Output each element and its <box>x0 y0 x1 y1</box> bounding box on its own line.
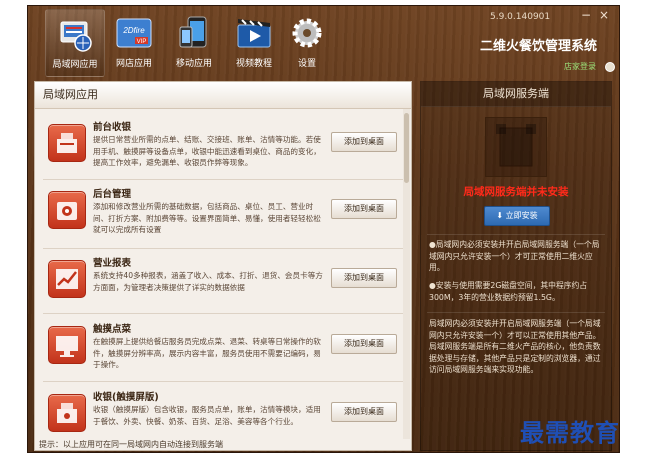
2dfire-vip-icon: 2Dfire VIP <box>114 13 154 53</box>
divider <box>427 234 605 235</box>
module-item: 后台管理 添加和修改营业所需的基础数据，包括商品、桌位、员工、营业时间、打折方案… <box>35 182 411 246</box>
module-list-scrollbar[interactable] <box>403 109 410 439</box>
footer-tip: 提示：以上应用可在同一局域网内自动连接到服务端 <box>39 440 223 449</box>
install-icon: ⬇ <box>496 211 506 220</box>
store-login-toggle-icon[interactable] <box>605 62 615 72</box>
lan-apps-panel: 局域网应用 前台收银 提供日常营业所需的点单、结账、交接班、账单、沽情等功能。若… <box>34 81 412 451</box>
add-to-desktop-button[interactable]: 添加到桌面 <box>331 334 397 354</box>
version-text: 5.9.0.140901 <box>490 12 551 22</box>
nav-video-tutorial[interactable]: 视频教程 <box>225 9 283 75</box>
trend-chart-icon <box>48 260 86 298</box>
nav-online-store-label: 网店应用 <box>115 59 152 69</box>
module-item: 营业报表 系统支持40多种报表，涵盖了收入、成本、打折、退货、会员卡等方方面面，… <box>35 251 411 315</box>
lan-app-icon <box>55 14 95 54</box>
nav-settings-label: 设置 <box>297 59 316 69</box>
divider <box>43 179 403 180</box>
cash-register-icon <box>48 124 86 162</box>
video-icon <box>234 13 274 53</box>
vip-text: VIP <box>137 39 147 45</box>
server-note-2: ●安装与使用需要2G磁盘空间，其中程序约占300M，3年的营业数据约预留1.5G… <box>429 281 588 302</box>
divider <box>43 248 403 249</box>
nav-mobile-app[interactable]: 移动应用 <box>165 9 223 75</box>
store-login-link[interactable]: 店家登录 <box>564 61 596 72</box>
touch-cash-register-icon <box>48 394 86 432</box>
minimize-button[interactable]: − <box>581 8 591 22</box>
module-title: 后台管理 <box>93 189 132 200</box>
module-title: 收银(触摸屏版) <box>93 392 159 403</box>
lan-apps-header: 局域网应用 <box>35 82 411 109</box>
module-desc: 添加和修改营业所需的基础数据，包括商品、桌位、员工、营业时间、打折方案、附加费等… <box>93 202 321 234</box>
gear-box-icon <box>48 191 86 229</box>
divider <box>43 313 403 314</box>
module-item: 触摸点菜 在触摸屏上提供给餐店服务员完成点菜、退菜、转桌等日常操作的软件，触摸屏… <box>35 317 411 381</box>
server-not-installed-warning: 局域网服务端并未安装 <box>463 186 569 198</box>
module-desc: 在触摸屏上提供给餐店服务员完成点菜、退菜、转桌等日常操作的软件，触摸屏分辨率高，… <box>93 337 321 369</box>
scroll-thumb[interactable] <box>404 113 409 183</box>
brand-text: 2Dfire <box>122 26 145 35</box>
module-list[interactable]: 前台收银 提供日常营业所需的点单、结账、交接班、账单、沽情等功能。若使用手机、触… <box>35 109 411 439</box>
nav-online-store[interactable]: 2Dfire VIP 网店应用 <box>105 9 163 75</box>
module-title: 营业报表 <box>93 258 132 269</box>
nav-settings[interactable]: 设置 <box>278 9 336 75</box>
divider <box>43 381 403 382</box>
divider <box>427 312 605 313</box>
nav-lan-app[interactable]: 局域网应用 <box>45 9 105 77</box>
module-desc: 提供日常营业所需的点单、结账、交接班、账单、沽情等功能。若使用手机、触摸屏等设备… <box>93 135 321 167</box>
add-to-desktop-button[interactable]: 添加到桌面 <box>331 402 397 422</box>
add-to-desktop-button[interactable]: 添加到桌面 <box>331 199 397 219</box>
module-title: 触摸点菜 <box>93 324 132 335</box>
nav-mobile-app-label: 移动应用 <box>175 59 212 69</box>
app-window: 局域网应用 2Dfire VIP 网店应用 移动应用 视频教程 设置 5.9.0… <box>28 6 619 452</box>
module-title: 前台收银 <box>93 122 132 133</box>
nav-video-tutorial-label: 视频教程 <box>235 59 272 69</box>
module-desc: 系统支持40多种报表，涵盖了收入、成本、打折、退货、会员卡等方方面面，为管理者决… <box>93 271 323 292</box>
module-desc: 收银（触摸屏版）包含收银，服务员点单，账单，沽情等模块，适用于餐饮、外卖、快餐、… <box>93 405 321 426</box>
gear-icon <box>287 13 327 53</box>
touch-order-icon <box>48 326 86 364</box>
close-button[interactable]: × <box>599 8 609 22</box>
top-nav-bar: 局域网应用 2Dfire VIP 网店应用 移动应用 视频教程 设置 5.9.0… <box>28 6 619 78</box>
install-now-label: 立即安装 <box>505 211 538 220</box>
nav-lan-app-label: 局域网应用 <box>52 60 98 70</box>
lan-server-panel: 局域网服务端 局域网服务端并未安装 ⬇ 立即安装 ●局域网内必须安装并开启局域网… <box>420 81 612 451</box>
server-note-1: ●局域网内必须安装并开启局域网服务端（一个局域网内只允许安装一个）才可正常使用二… <box>429 240 600 272</box>
lan-server-header: 局域网服务端 <box>421 82 611 107</box>
module-item: 收银(触摸屏版) 收银（触摸屏版）包含收银，服务员点单，账单，沽情等模块，适用于… <box>35 385 411 439</box>
app-title: 二维火餐饮管理系统 <box>480 39 598 54</box>
add-to-desktop-button[interactable]: 添加到桌面 <box>331 268 397 288</box>
module-item: 前台收银 提供日常营业所需的点单、结账、交接班、账单、沽情等功能。若使用手机、触… <box>35 115 411 179</box>
watermark-text: 最需教育 <box>520 418 620 447</box>
server-note-3: 局域网内必须安装并开启局域网服务端（一个局域网内只允许安装一个）才可以正常使用其… <box>429 319 601 374</box>
install-now-button[interactable]: ⬇ 立即安装 <box>484 206 550 226</box>
mobile-icon <box>174 13 214 53</box>
server-placeholder-icon <box>485 117 547 177</box>
add-to-desktop-button[interactable]: 添加到桌面 <box>331 132 397 152</box>
